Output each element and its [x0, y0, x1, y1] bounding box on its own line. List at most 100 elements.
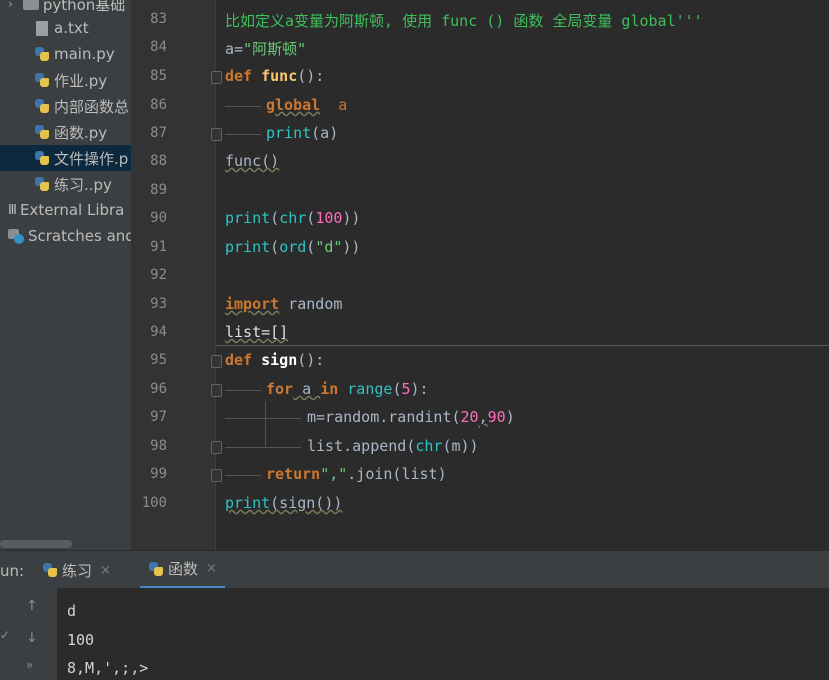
code-text: return",".join(list) [266, 465, 447, 483]
indent-guide [265, 401, 266, 432]
line-number: 96 [150, 381, 167, 397]
code-line: 91 print(ord("d")) [131, 234, 829, 262]
fold-marker-icon[interactable] [211, 71, 222, 84]
console-output-line: 8,M,',;,> [67, 659, 149, 677]
code-token: random [279, 295, 343, 313]
run-tab-practice[interactable]: 练习 × [42, 551, 111, 589]
fold-marker-icon[interactable] [211, 384, 222, 397]
code-text: list=[] [225, 323, 289, 341]
line-number: 88 [150, 153, 167, 169]
tree-item-label: python基础 [42, 0, 126, 14]
tree-item-label: main.py [54, 45, 115, 63]
tree-item-label: 文件操作.p [54, 149, 129, 168]
line-number: 99 [150, 466, 167, 482]
code-token: m=random.randint( [307, 408, 461, 426]
console-output-line: d [67, 602, 77, 620]
method-separator [216, 345, 829, 346]
fold-marker-icon[interactable] [211, 128, 222, 141]
code-token: def [225, 351, 253, 369]
python-file-icon [34, 124, 50, 140]
fold-marker-icon[interactable] [211, 469, 222, 482]
line-number: 83 [150, 11, 167, 27]
tree-item-homework-py[interactable]: 作业.py [34, 67, 107, 93]
chevron-right-icon[interactable]: › [8, 0, 13, 11]
tree-item-external-libraries[interactable]: Ⅲ External Libra [8, 197, 124, 223]
code-token: 100 [315, 209, 343, 227]
project-tree: › python基础 a.txt main.py 作业.py 内部函数总 函数.… [0, 0, 131, 550]
code-text: func() [225, 152, 280, 170]
python-file-icon [34, 72, 50, 88]
console-output-line: 100 [67, 631, 95, 649]
tree-item-label: 函数.py [54, 123, 108, 142]
python-file-icon [34, 98, 50, 114]
code-token: ) [505, 408, 515, 426]
code-text: list.append(chr(m)) [307, 437, 479, 455]
code-text: a="阿斯顿" [225, 38, 306, 59]
tree-item-scratches[interactable]: Scratches and [8, 223, 131, 249]
tree-item-inner-functions[interactable]: 内部函数总 [34, 93, 129, 119]
tree-item-a-txt[interactable]: a.txt [34, 15, 89, 41]
code-line: 84 a="阿斯顿" [131, 34, 829, 62]
tree-item-label: 练习..py [54, 175, 112, 194]
code-text: for a in range(5): [266, 380, 429, 398]
line-number: 95 [150, 352, 167, 368]
line-number: 84 [150, 39, 167, 55]
tree-item-main-py[interactable]: main.py [34, 41, 115, 67]
code-token: 5 [401, 380, 411, 398]
code-token: 20 [460, 408, 479, 426]
code-token: (): [297, 351, 325, 369]
fold-marker-icon[interactable] [211, 355, 222, 368]
code-editor[interactable]: 83 比如定义a变量为阿斯顿, 使用 func () 函数 全局变量 globa… [131, 0, 829, 550]
run-tab-functions[interactable]: 函数 × [140, 551, 225, 589]
more-icon[interactable]: » [26, 658, 33, 672]
indent-guide [225, 418, 301, 419]
sidebar-scrollbar[interactable] [0, 540, 72, 548]
code-line: 96 for a in range(5): [131, 376, 829, 404]
code-token: ( [306, 209, 316, 227]
tree-item-label: External Libra [19, 201, 125, 219]
code-token: "," [320, 465, 348, 483]
code-token: )) [342, 209, 361, 227]
folder-icon [22, 0, 39, 10]
line-number: 86 [150, 97, 167, 113]
indent-guide [265, 430, 266, 447]
tree-item-practice-py[interactable]: 练习..py [34, 171, 112, 197]
code-token: (): [297, 67, 325, 85]
code-token: (sign()) [270, 494, 343, 512]
tree-item-label: 作业.py [54, 71, 108, 90]
python-file-icon [34, 176, 50, 192]
code-token: print [225, 238, 271, 256]
line-number: 98 [150, 438, 167, 454]
arrow-up-icon[interactable]: ↑ [26, 598, 38, 614]
arrow-down-icon[interactable]: ↓ [26, 630, 38, 646]
indent-guide [225, 106, 261, 107]
code-text: import random [225, 295, 342, 313]
tree-item-file-ops-py[interactable]: 文件操作.p [0, 145, 131, 171]
close-icon[interactable]: × [206, 561, 217, 576]
code-token: print [266, 124, 312, 142]
code-line: 87 print(a) [131, 120, 829, 148]
code-text: print(a) [266, 124, 338, 142]
code-token: a [338, 96, 348, 114]
code-token: print [225, 209, 271, 227]
line-number: 92 [150, 267, 167, 283]
fold-marker-icon[interactable] [211, 441, 222, 454]
code-token: def [225, 67, 253, 85]
code-token: ( [270, 238, 280, 256]
console-toolbar: ↑ ↓ » ✓ [0, 588, 57, 680]
line-number: 100 [141, 495, 167, 511]
python-icon [42, 562, 58, 578]
indent-guide [225, 447, 301, 448]
edit-icon[interactable]: ✓ [0, 628, 10, 642]
run-console[interactable]: ↑ ↓ » ✓ d 100 8,M,',;,> [0, 588, 829, 680]
tree-item-functions-py[interactable]: 函数.py [34, 119, 107, 145]
code-line: 90 print(chr(100)) [131, 205, 829, 233]
tree-item-label: Scratches and [28, 227, 131, 245]
indent-guide [225, 475, 261, 476]
code-line: 92 [131, 262, 829, 290]
code-token: ord [279, 238, 307, 256]
tab-label: 函数 [168, 560, 199, 578]
code-text: m=random.randint(20,90) [307, 408, 515, 426]
line-number: 89 [150, 182, 167, 198]
close-icon[interactable]: × [100, 563, 111, 578]
